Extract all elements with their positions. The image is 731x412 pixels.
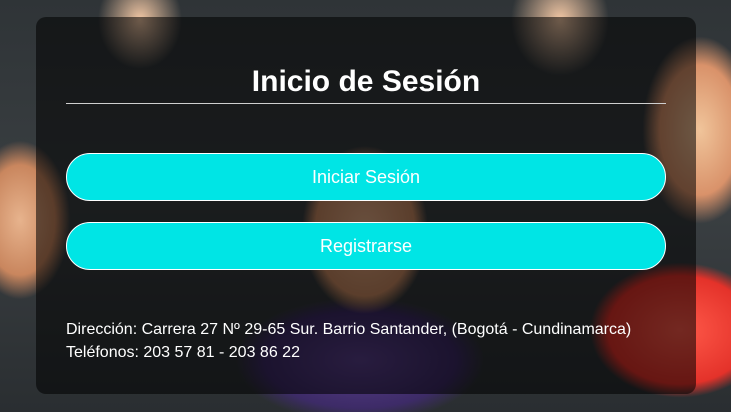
phone-text: Teléfonos: 203 57 81 - 203 86 22	[66, 344, 300, 361]
address-text: Dirección: Carrera 27 Nº 29-65 Sur. Barr…	[66, 321, 632, 338]
register-button[interactable]: Registrarse	[66, 222, 666, 270]
login-button[interactable]: Iniciar Sesión	[66, 153, 666, 201]
title-divider	[66, 103, 666, 104]
page-title: Inicio de Sesión	[251, 65, 481, 98]
contact-info: Dirección: Carrera 27 Nº 29-65 Sur. Barr…	[66, 318, 686, 364]
